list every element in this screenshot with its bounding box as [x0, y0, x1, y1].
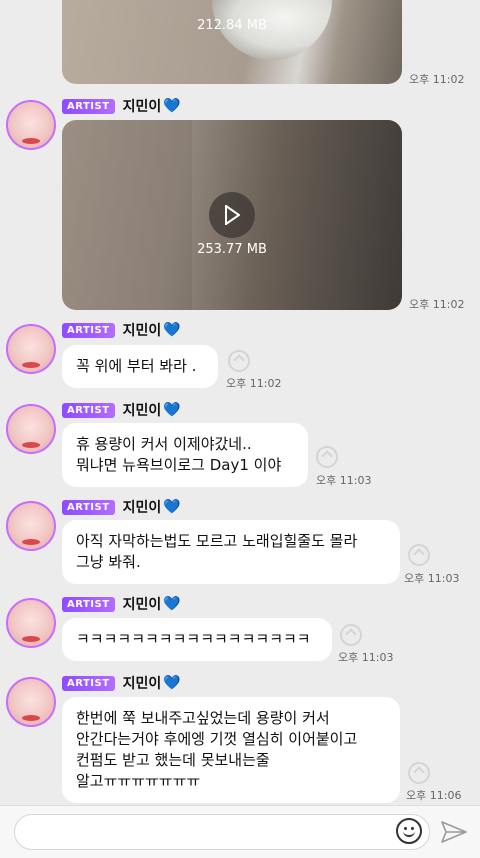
sender-row: ARTIST 지민이 💙 — [62, 498, 181, 516]
artist-badge: ARTIST — [62, 322, 115, 338]
emoji-icon[interactable] — [396, 818, 422, 844]
avatar[interactable] — [6, 501, 56, 551]
message-bubble[interactable]: ㅋㅋㅋㅋㅋㅋㅋㅋㅋㅋㅋㅋㅋㅋㅋㅋㅋ — [62, 618, 332, 661]
send-icon[interactable] — [440, 820, 468, 844]
share-icon[interactable] — [408, 762, 430, 784]
sender-row: ARTIST 지민이 💙 — [62, 401, 181, 419]
heart-icon: 💙 — [163, 675, 181, 691]
artist-badge: ARTIST — [62, 98, 115, 114]
message-input[interactable] — [14, 814, 430, 850]
heart-icon: 💙 — [163, 402, 181, 418]
timestamp: 오후 11:03 — [404, 572, 460, 585]
message-bubble[interactable]: 한번에 쭉 보내주고싶었는데 용량이 커서 안간다는거야 후에엥 기껏 열심히 … — [62, 697, 400, 803]
sender-row: ARTIST 지민이 💙 — [62, 674, 181, 692]
sender-name: 지민이 — [122, 500, 162, 516]
timestamp: 오후 11:03 — [338, 651, 394, 664]
video-message-2[interactable]: 253.77 MB — [62, 120, 402, 310]
sender-name: 지민이 — [122, 403, 162, 419]
heart-icon: 💙 — [163, 322, 181, 338]
artist-badge: ARTIST — [62, 499, 115, 515]
sender-name: 지민이 — [122, 99, 162, 115]
sender-name: 지민이 — [122, 597, 162, 613]
avatar[interactable] — [6, 100, 56, 150]
video-message-1[interactable]: 212.84 MB — [62, 0, 402, 84]
sender-row: ARTIST 지민이 💙 — [62, 321, 181, 339]
avatar[interactable] — [6, 598, 56, 648]
avatar[interactable] — [6, 324, 56, 374]
artist-badge: ARTIST — [62, 596, 115, 612]
timestamp: 오후 11:02 — [409, 298, 465, 311]
video-size: 212.84 MB — [197, 18, 267, 33]
sender-name: 지민이 — [122, 323, 162, 339]
share-icon[interactable] — [340, 624, 362, 646]
avatar[interactable] — [6, 677, 56, 727]
timestamp: 오후 11:03 — [316, 474, 372, 487]
share-icon[interactable] — [316, 446, 338, 468]
timestamp: 오후 11:06 — [406, 789, 462, 802]
heart-icon: 💙 — [163, 499, 181, 515]
message-bubble[interactable]: 휴 용량이 커서 이제야갔네.. 뭐냐면 뉴욕브이로그 Day1 이야 — [62, 423, 308, 487]
artist-badge: ARTIST — [62, 402, 115, 418]
play-icon[interactable] — [209, 192, 255, 238]
artist-badge: ARTIST — [62, 675, 115, 691]
heart-icon: 💙 — [163, 596, 181, 612]
avatar[interactable] — [6, 404, 56, 454]
video-size: 253.77 MB — [197, 242, 267, 257]
message-composer — [0, 805, 480, 858]
sender-row: ARTIST 지민이 💙 — [62, 595, 181, 613]
share-icon[interactable] — [408, 544, 430, 566]
message-bubble[interactable]: 꼭 위에 부터 봐라 . — [62, 345, 218, 388]
sender-name: 지민이 — [122, 676, 162, 692]
heart-icon: 💙 — [163, 98, 181, 114]
share-icon[interactable] — [228, 350, 250, 372]
sender-row: ARTIST 지민이 💙 — [62, 97, 181, 115]
timestamp: 오후 11:02 — [409, 73, 465, 86]
message-bubble[interactable]: 아직 자막하는법도 모르고 노래입힐줄도 몰라 그냥 봐줘. — [62, 520, 400, 584]
timestamp: 오후 11:02 — [226, 377, 282, 390]
